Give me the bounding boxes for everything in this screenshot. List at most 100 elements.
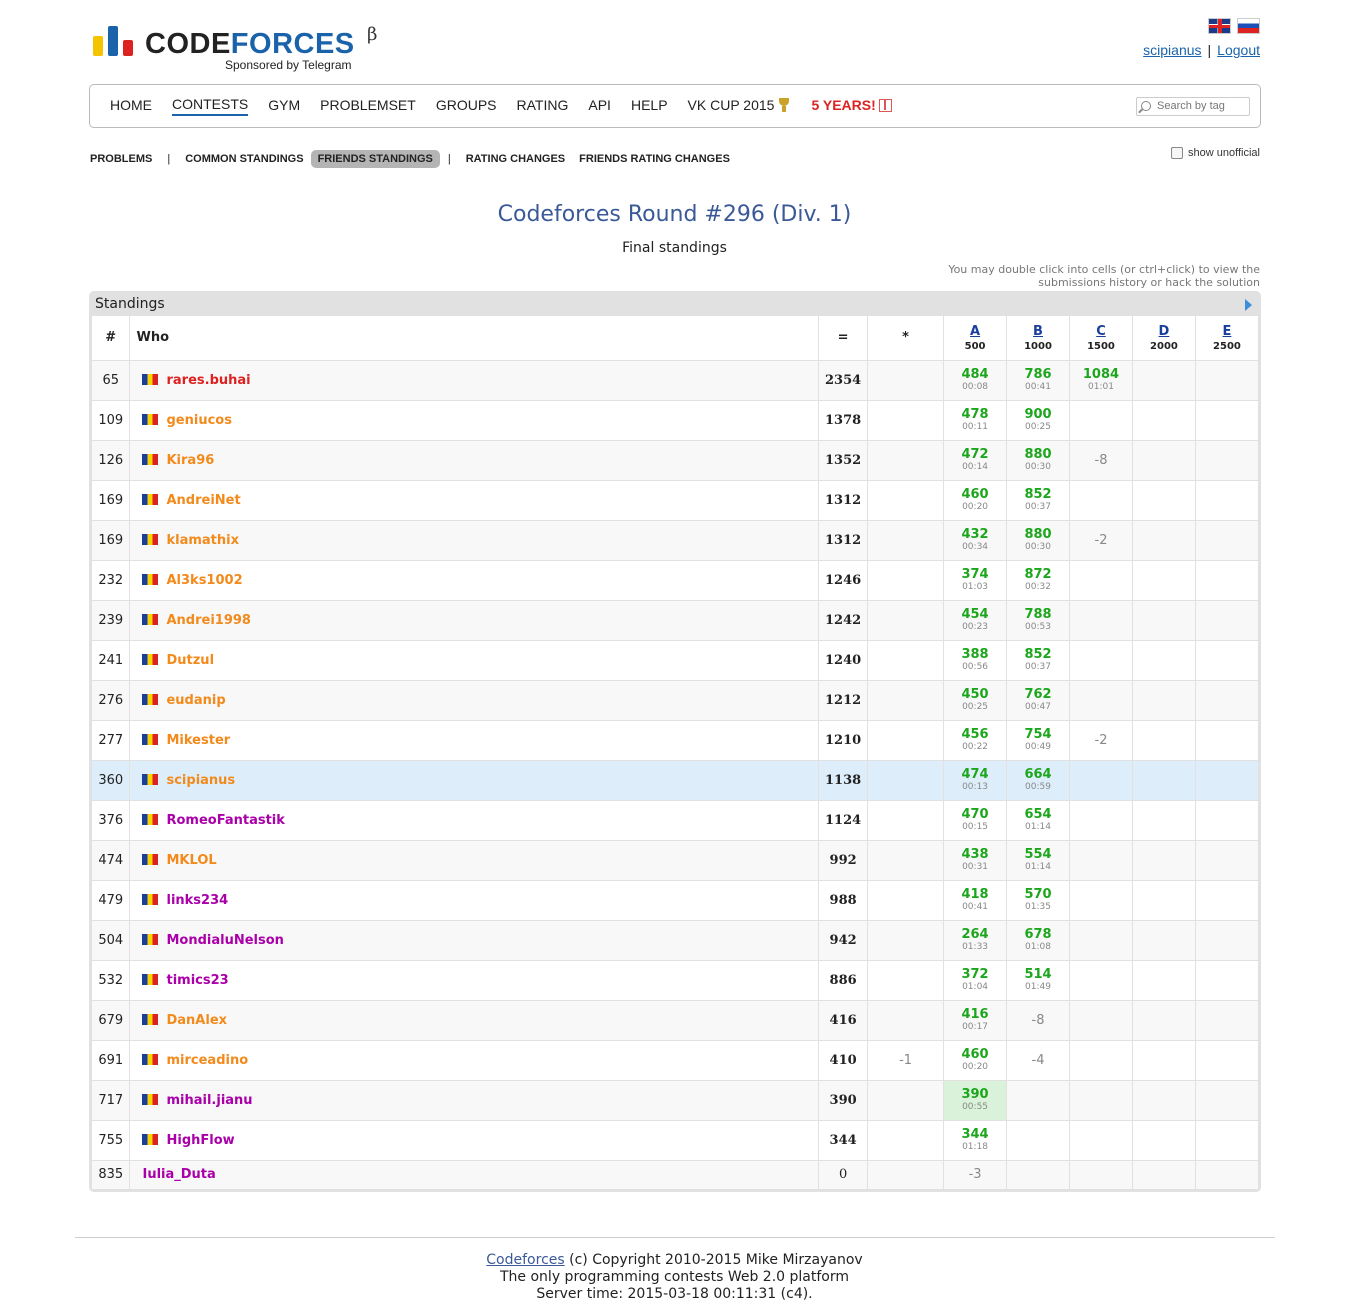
submenu-friends-standings[interactable]: FRIENDS STANDINGS [310,150,440,168]
problem-cell-d[interactable] [1132,1160,1196,1190]
problem-cell-c[interactable] [1069,1000,1133,1041]
expand-arrow-icon[interactable] [1245,299,1252,311]
menu-home[interactable]: HOME [110,97,152,115]
problem-cell-d[interactable] [1132,400,1196,441]
problem-cell-e[interactable] [1195,400,1260,441]
problem-cell-b[interactable]: 664 00:59 [1006,760,1070,801]
menu-groups[interactable]: GROUPS [436,97,497,115]
handle-link[interactable]: Iulia_Duta [142,1167,215,1182]
menu-contests[interactable]: CONTESTS [172,96,249,116]
handle-link[interactable]: Kira96 [166,453,214,468]
problem-cell-c[interactable]: -8 [1069,440,1133,481]
problem-cell-c[interactable] [1069,800,1133,841]
problem-cell-d[interactable] [1132,920,1196,961]
problem-cell-d[interactable] [1132,1000,1196,1041]
menu-help[interactable]: HELP [631,97,668,115]
problem-cell-c[interactable] [1069,1120,1133,1161]
problem-cell-e[interactable] [1195,1080,1260,1121]
handle-link[interactable]: Mikester [166,733,230,748]
problem-cell-a[interactable]: 416 00:17 [943,1000,1008,1041]
problem-cell-c[interactable]: -2 [1069,520,1133,561]
handle-link[interactable]: Andrei1998 [166,613,251,628]
submenu-problems[interactable]: PROBLEMS [89,150,159,168]
english-flag-icon[interactable] [1208,18,1231,34]
problem-cell-b[interactable]: 852 00:37 [1006,480,1070,521]
problem-cell-a[interactable]: 450 00:25 [943,680,1008,721]
problem-cell-b[interactable]: 570 01:35 [1006,880,1070,921]
problem-link-d[interactable]: D [1159,324,1170,339]
problem-cell-b[interactable]: 654 01:14 [1006,800,1070,841]
problem-cell-c[interactable] [1069,880,1133,921]
problem-cell-e[interactable] [1195,1120,1260,1161]
problem-cell-d[interactable] [1132,840,1196,881]
problem-cell-b[interactable]: 786 00:41 [1006,360,1070,401]
problem-cell-d[interactable] [1132,360,1196,401]
menu-rating[interactable]: RATING [517,97,569,115]
problem-cell-d[interactable] [1132,880,1196,921]
problem-cell-b[interactable]: 554 01:14 [1006,840,1070,881]
problem-cell-a[interactable]: 460 00:20 [943,1040,1008,1081]
problem-cell-c[interactable]: 1084 01:01 [1069,360,1133,401]
handle-link[interactable]: Dutzul [166,653,214,668]
problem-cell-a[interactable]: 418 00:41 [943,880,1008,921]
problem-cell-b[interactable]: 852 00:37 [1006,640,1070,681]
problem-cell-d[interactable] [1132,960,1196,1001]
show-unofficial-checkbox[interactable] [1171,147,1184,159]
problem-cell-e[interactable] [1195,600,1260,641]
problem-cell-d[interactable] [1132,800,1196,841]
search-input[interactable]: Search by tag [1136,97,1250,116]
handle-link[interactable]: klamathix [166,533,239,548]
menu-5-years[interactable]: 5 YEARS! [811,97,892,115]
menu-api[interactable]: API [588,97,611,115]
problem-cell-a[interactable]: 344 01:18 [943,1120,1008,1161]
problem-cell-a[interactable]: 372 01:04 [943,960,1008,1001]
problem-cell-a[interactable]: 264 01:33 [943,920,1008,961]
problem-cell-d[interactable] [1132,720,1196,761]
problem-cell-b[interactable]: 678 01:08 [1006,920,1070,961]
problem-cell-b[interactable]: 900 00:25 [1006,400,1070,441]
problem-cell-e[interactable] [1195,1160,1260,1190]
handle-link[interactable]: rares.buhai [166,373,250,388]
problem-cell-a[interactable]: 374 01:03 [943,560,1008,601]
problem-cell-d[interactable] [1132,1120,1196,1161]
codeforces-logo[interactable]: CODEFORCES β Sponsored by Telegram [93,24,393,76]
problem-cell-b[interactable]: 762 00:47 [1006,680,1070,721]
problem-cell-b[interactable]: 754 00:49 [1006,720,1070,761]
problem-cell-c[interactable] [1069,920,1133,961]
problem-link-c[interactable]: C [1096,324,1106,339]
problem-cell-b[interactable]: 880 00:30 [1006,440,1070,481]
problem-cell-c[interactable] [1069,1080,1133,1121]
problem-cell-e[interactable] [1195,480,1260,521]
problem-cell-e[interactable] [1195,920,1260,961]
problem-cell-b[interactable] [1006,1120,1070,1161]
handle-link[interactable]: HighFlow [166,1133,234,1148]
handle-link[interactable]: Al3ks1002 [166,573,242,588]
problem-cell-d[interactable] [1132,1040,1196,1081]
handle-link[interactable]: timics23 [166,973,228,988]
problem-cell-b[interactable] [1006,1080,1070,1121]
problem-cell-a[interactable]: 478 00:11 [943,400,1008,441]
problem-cell-e[interactable] [1195,1040,1260,1081]
problem-cell-a[interactable]: 454 00:23 [943,600,1008,641]
submenu-rating-changes[interactable]: RATING CHANGES [459,150,572,168]
handle-link[interactable]: RomeoFantastik [166,813,284,828]
handle-link[interactable]: mihail.jianu [166,1093,252,1108]
problem-cell-e[interactable] [1195,1000,1260,1041]
problem-cell-a[interactable]: 472 00:14 [943,440,1008,481]
problem-cell-c[interactable] [1069,1160,1133,1190]
handle-link[interactable]: MKLOL [166,853,216,868]
problem-cell-b[interactable]: -8 [1006,1000,1070,1041]
handle-link[interactable]: links234 [166,893,228,908]
problem-cell-a[interactable]: 460 00:20 [943,480,1008,521]
submenu-friends-rating-changes[interactable]: FRIENDS RATING CHANGES [572,150,737,168]
problem-cell-a[interactable]: -3 [943,1160,1008,1190]
problem-cell-e[interactable] [1195,360,1260,401]
problem-cell-e[interactable] [1195,680,1260,721]
problem-cell-c[interactable] [1069,760,1133,801]
problem-cell-e[interactable] [1195,800,1260,841]
footer-codeforces-link[interactable]: Codeforces [486,1252,564,1268]
problem-cell-b[interactable]: 872 00:32 [1006,560,1070,601]
handle-link[interactable]: DanAlex [166,1013,227,1028]
problem-cell-b[interactable]: 880 00:30 [1006,520,1070,561]
problem-cell-d[interactable] [1132,640,1196,681]
